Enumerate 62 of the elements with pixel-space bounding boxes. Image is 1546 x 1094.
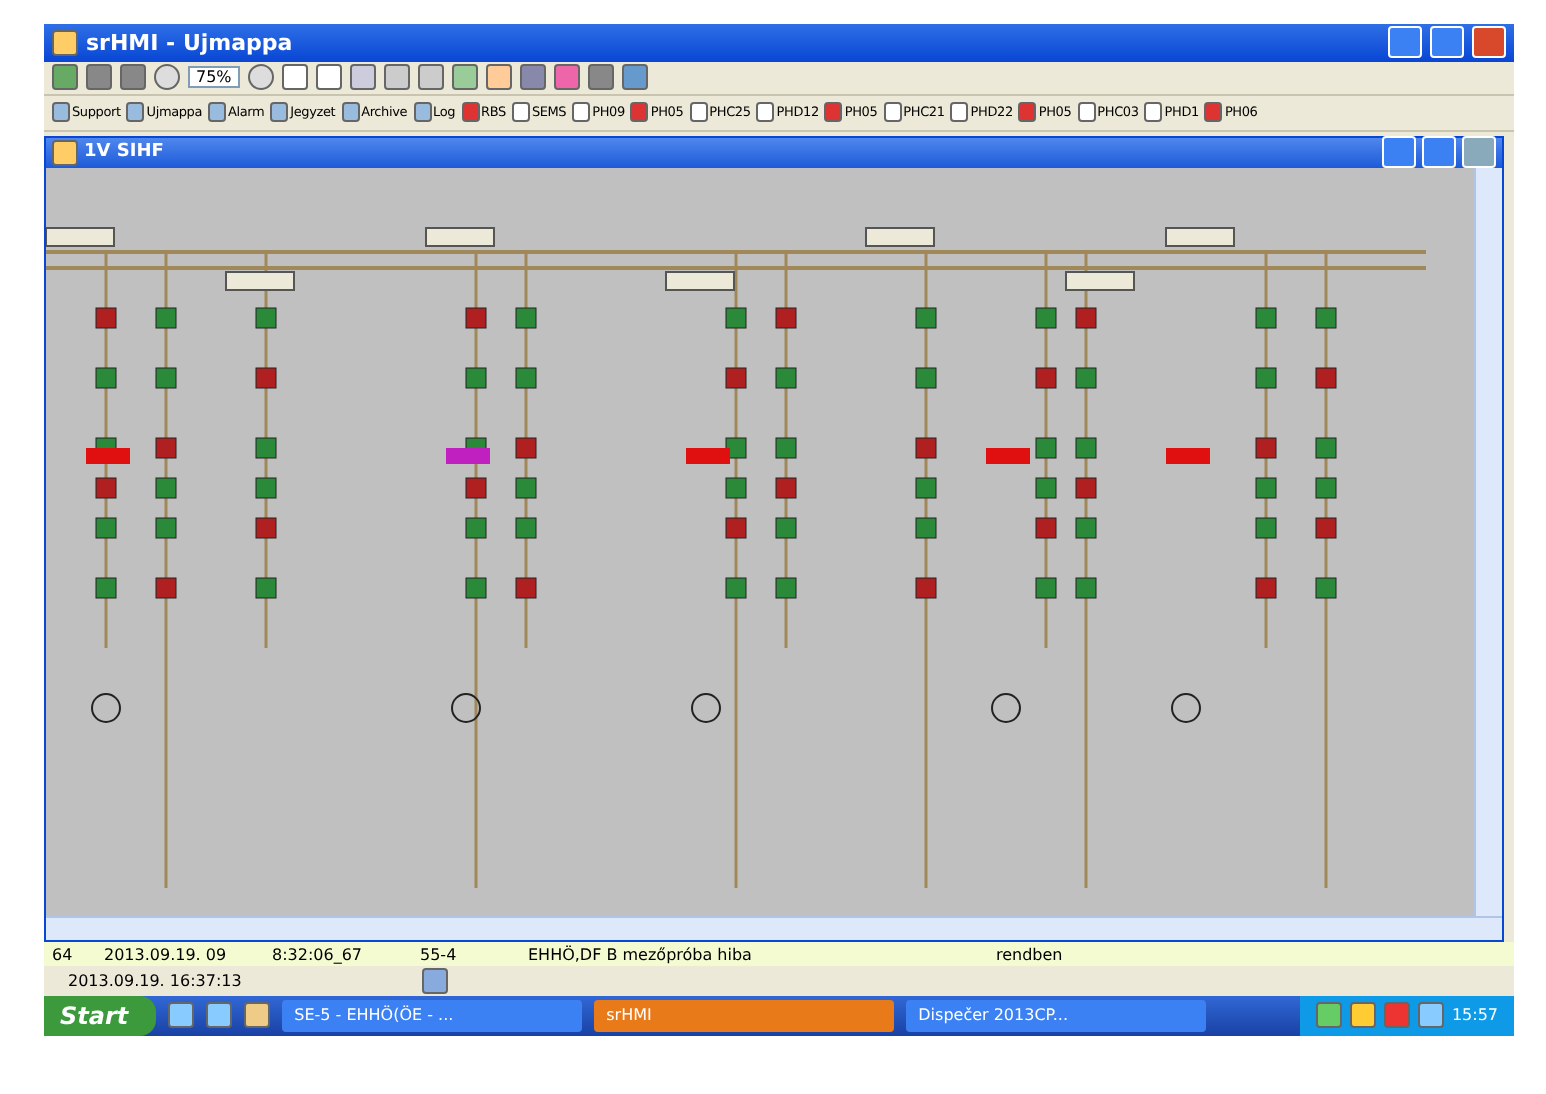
- tool-icon[interactable]: [120, 64, 146, 91]
- tool-icon[interactable]: [519, 64, 546, 91]
- close-button[interactable]: [1472, 26, 1506, 59]
- zoom-field[interactable]: 75%: [188, 66, 240, 89]
- window-title: srHMI - Ujmappa: [86, 29, 295, 56]
- tool-icon[interactable]: [587, 64, 614, 91]
- shortcut-icon: [1077, 102, 1096, 123]
- tool-icon[interactable]: [315, 64, 342, 91]
- quick-launch-icon[interactable]: [168, 1002, 195, 1029]
- alarm-cell-text: 55-4: [418, 945, 459, 964]
- tray-icon[interactable]: [1349, 1002, 1376, 1029]
- tool-icon[interactable]: [383, 64, 410, 91]
- clock: 15:57: [1451, 1006, 1498, 1025]
- alarm-cell-text: rendben: [994, 945, 1065, 964]
- shortcut-icon: [824, 102, 843, 123]
- start-button[interactable]: Start: [44, 995, 157, 1036]
- alarm-cell-text: 64: [50, 945, 75, 964]
- vertical-scrollbar[interactable]: [1474, 167, 1502, 916]
- quick-launch-icon[interactable]: [244, 1002, 271, 1029]
- shortcut-icon: [511, 102, 530, 123]
- shortcut-icon: [572, 102, 591, 123]
- quick-launch-icon[interactable]: [206, 1002, 233, 1029]
- shortcut-icon: [341, 102, 360, 123]
- maximize-button[interactable]: [1430, 26, 1464, 59]
- minimize-button[interactable]: [1382, 136, 1416, 169]
- tool-icon[interactable]: [621, 64, 648, 91]
- taskbar-button[interactable]: Dispečer 2013CP...: [906, 999, 1207, 1032]
- shortcut-icon: [756, 102, 775, 123]
- alarm-cell-text: EHHÖ,DF B mezőpróba hiba: [526, 945, 754, 964]
- alarm-cell-text: 2013.09.19. 09: [102, 945, 229, 964]
- tool-icon[interactable]: [485, 64, 512, 91]
- app-icon: [52, 29, 78, 56]
- minimize-button[interactable]: [1388, 26, 1422, 59]
- tool-icon[interactable]: [86, 64, 112, 91]
- status-time: 2013.09.19. 16:37:13: [68, 972, 242, 991]
- shortcut-icon: [270, 102, 289, 123]
- shortcut-icon: [126, 102, 145, 123]
- shortcut-icon: [950, 102, 969, 123]
- shortcut-icon: [1144, 102, 1163, 123]
- shortcut-icon: [1018, 102, 1037, 123]
- shortcut-icon: [208, 102, 227, 123]
- alarm-cell-text: 8:32:06_67: [270, 945, 365, 964]
- diagram-window-title: 1V SIHF: [84, 142, 166, 163]
- shortcut-icon: [630, 102, 649, 123]
- shortcut-icon: [1204, 102, 1223, 123]
- tray-icon[interactable]: [1417, 1002, 1444, 1029]
- shortcut-icon: [689, 102, 708, 123]
- tool-icon[interactable]: [349, 64, 376, 91]
- horizontal-scrollbar[interactable]: [46, 915, 1502, 940]
- tray-icon[interactable]: [1315, 1002, 1342, 1029]
- shortcut-icon: [413, 102, 432, 123]
- shortcut-icon: [461, 102, 480, 123]
- diagram-icon: [52, 139, 78, 166]
- maximize-button[interactable]: [1422, 136, 1456, 169]
- shortcut-icon: [883, 102, 902, 123]
- tool-icon[interactable]: [52, 64, 78, 91]
- taskbar-button[interactable]: SE-5 - EHHÖ(ÖE - ...: [282, 999, 583, 1032]
- tool-icon[interactable]: [451, 64, 478, 91]
- tool-icon[interactable]: [417, 64, 444, 91]
- tool-icon[interactable]: [553, 64, 580, 91]
- tool-icon[interactable]: [281, 64, 308, 91]
- shortcut-icon: [52, 102, 70, 123]
